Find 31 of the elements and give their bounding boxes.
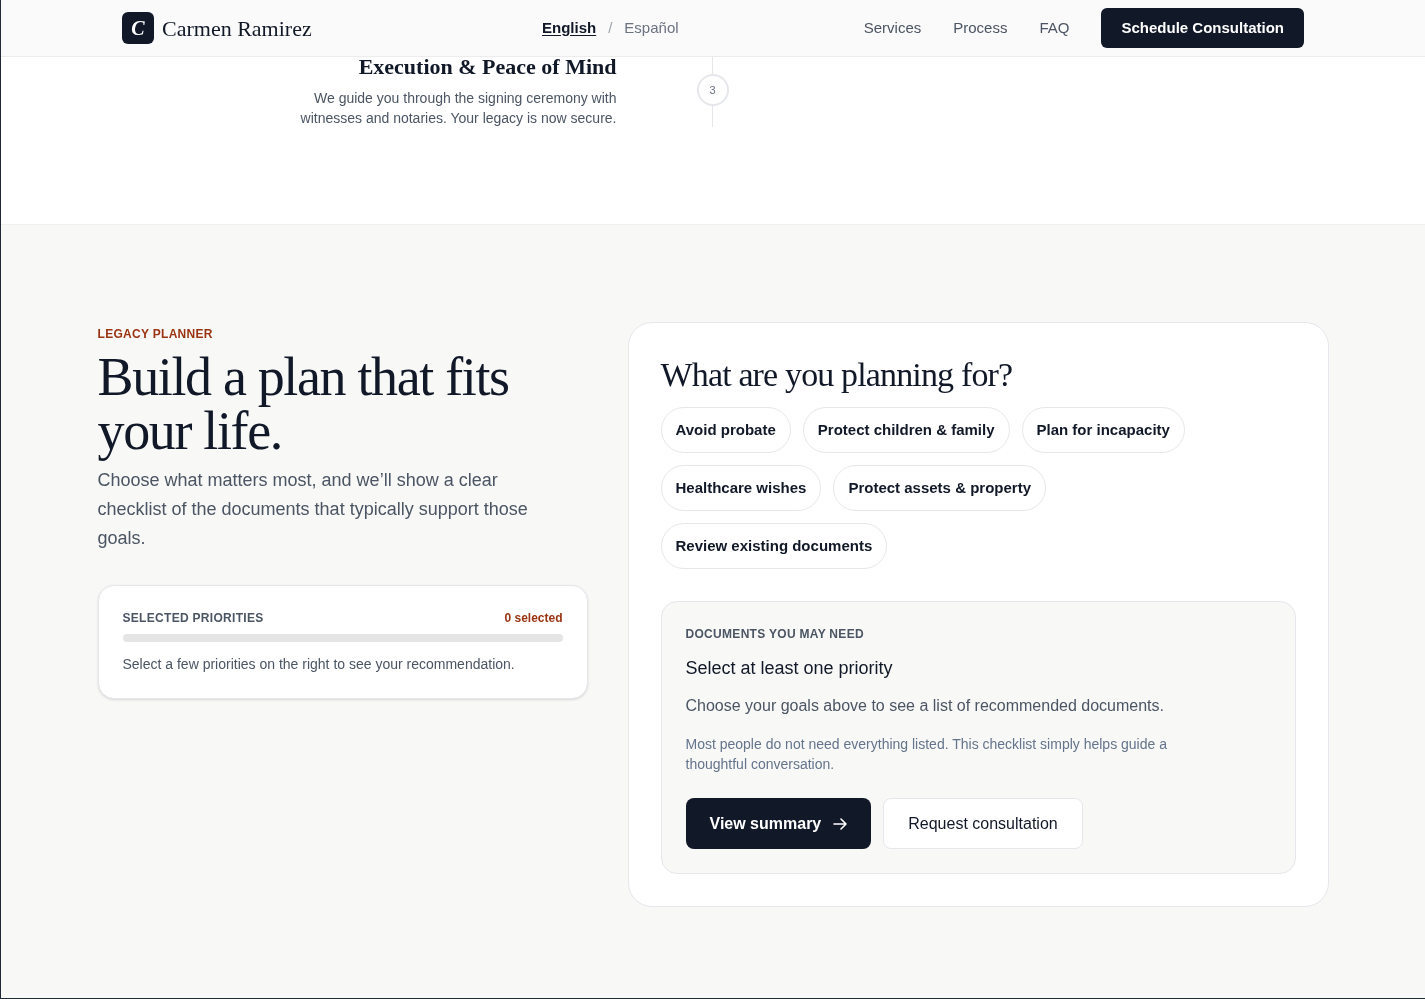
- language-link[interactable]: English: [542, 16, 597, 40]
- priority-chip[interactable]: Review existing documents: [660, 523, 888, 569]
- priority-chip[interactable]: Protect children & family: [802, 407, 1010, 453]
- selected-count: 0 selected: [504, 610, 563, 626]
- nav-link[interactable]: Services: [863, 16, 922, 40]
- step-description: We guide you through the signing ceremony with witnesses and notaries. Your legacy is now secure.: [299, 89, 617, 128]
- priority-chip[interactable]: Plan for incapacity: [1021, 407, 1185, 453]
- request-consultation-button[interactable]: Request consultation: [883, 798, 1083, 849]
- step-number: 3: [696, 74, 729, 106]
- priority-chip[interactable]: Avoid probate: [660, 407, 791, 453]
- step-title: Execution & Peace of Mind: [358, 57, 617, 76]
- priorities-hint: Select a few priorities on the right to see your recommendation.: [122, 655, 516, 674]
- planner-question: What are you planning for?: [660, 355, 1014, 395]
- section-eyebrow: LEGACY PLANNER: [97, 326, 214, 342]
- priority-chip[interactable]: Healthcare wishes: [660, 465, 822, 511]
- documents-note: Most people do not need everything listed. This checklist simply helps guide a thoughtful conversation.: [685, 735, 1168, 774]
- brand-name: Carmen Ramirez: [162, 14, 312, 43]
- documents-title: Select at least one priority: [685, 657, 894, 680]
- logo-icon: C: [122, 12, 154, 44]
- language-link[interactable]: Español: [624, 16, 679, 40]
- schedule-consultation-button[interactable]: Schedule Consultation: [1101, 8, 1304, 48]
- section-intro: Choose what matters most, and we’ll show a clear checklist of the documents that typically support those goals.: [97, 469, 529, 550]
- documents-label: DOCUMENTS YOU MAY NEED: [685, 626, 865, 642]
- priority-chip[interactable]: Protect assets & property: [833, 465, 1046, 511]
- documents-description: Choose your goals above to see a list of recommended documents.: [685, 696, 1165, 716]
- arrow-right-icon: [833, 816, 848, 831]
- view-summary-button[interactable]: View summary: [685, 798, 872, 849]
- nav-link[interactable]: FAQ: [1039, 16, 1070, 40]
- nav-link[interactable]: Process: [953, 16, 1008, 40]
- language-separator: /: [608, 17, 613, 38]
- priorities-label: SELECTED PRIORITIES: [122, 610, 264, 626]
